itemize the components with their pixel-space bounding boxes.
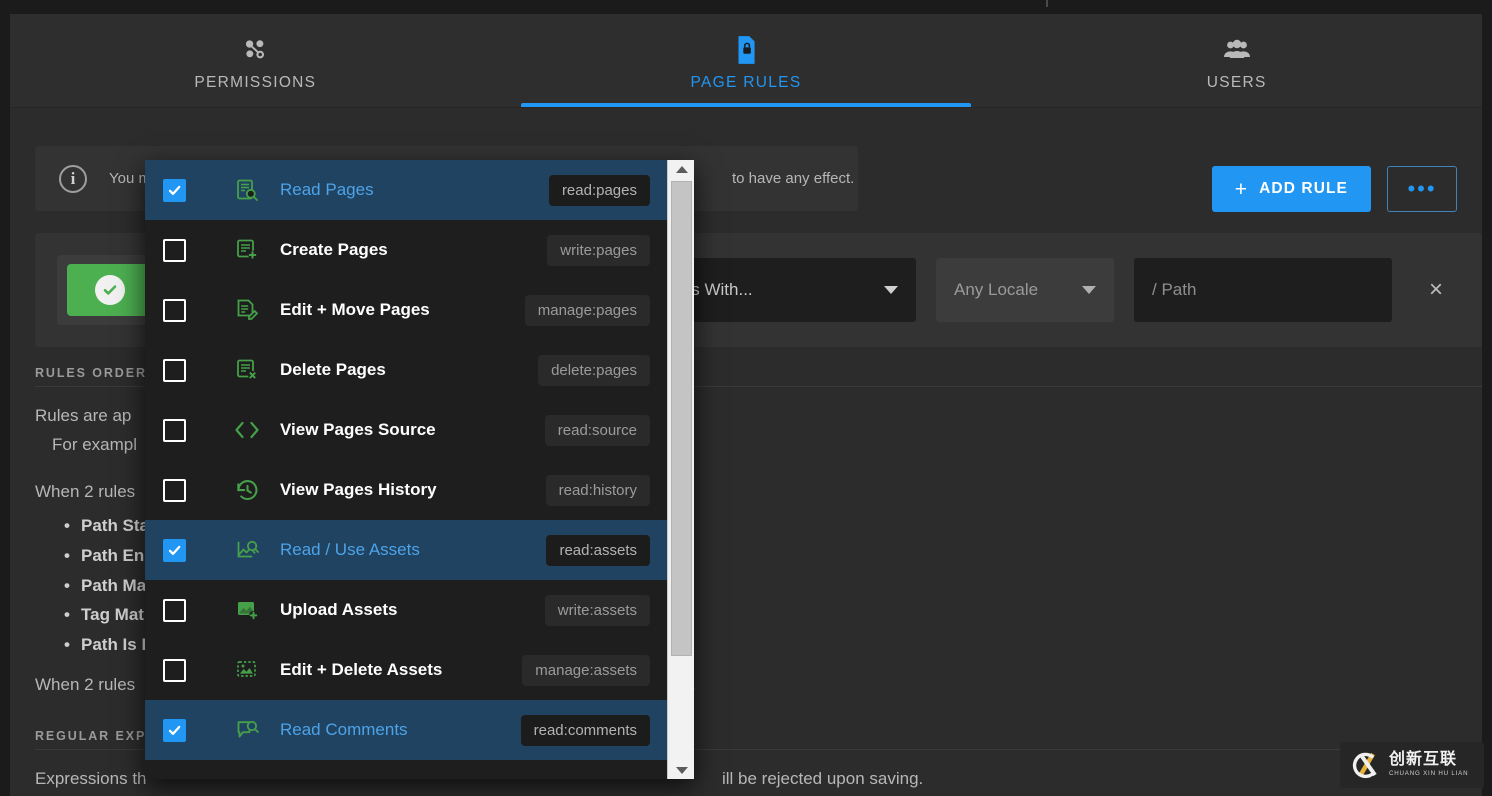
permission-code: read:history — [546, 475, 650, 506]
checkbox-unchecked-icon[interactable] — [163, 299, 186, 322]
permission-label: Delete Pages — [280, 360, 386, 380]
info-banner-text-right: to have any effect. — [732, 170, 854, 187]
permission-code: manage:assets — [522, 655, 650, 686]
permission-label: View Pages History — [280, 480, 437, 500]
permission-label: Read / Use Assets — [280, 540, 420, 560]
checkbox-unchecked-icon[interactable] — [163, 479, 186, 502]
permission-label: Create Pages — [280, 240, 388, 260]
permission-option-edit-move-pages[interactable]: Edit + Move Pages manage:pages — [145, 280, 667, 340]
permission-label: Read Pages — [280, 180, 374, 200]
window-left-strip — [0, 0, 10, 796]
permission-label: Read Comments — [280, 720, 408, 740]
plus-icon: + — [1235, 179, 1248, 200]
more-actions-button[interactable]: ••• — [1387, 166, 1457, 212]
check-circle-icon — [95, 275, 125, 305]
watermark-cn: 创新互联 — [1389, 752, 1468, 768]
permission-code: manage:pages — [525, 295, 650, 326]
file-lock-icon — [733, 35, 759, 65]
permission-option-edit-delete-assets[interactable]: Edit + Delete Assets manage:assets — [145, 640, 667, 700]
sitemap-icon — [242, 35, 268, 65]
checkbox-unchecked-icon[interactable] — [163, 359, 186, 382]
scrollbar-thumb[interactable] — [671, 181, 692, 656]
code-tags-icon — [234, 417, 260, 443]
permission-code: read:comments — [521, 715, 650, 746]
permission-label: Upload Assets — [280, 600, 397, 620]
permission-code: read:source — [545, 415, 650, 446]
permission-label: Edit + Move Pages — [280, 300, 430, 320]
scroll-down-arrow-icon[interactable] — [668, 761, 694, 779]
chevron-down-icon — [884, 286, 898, 294]
permission-code: write:assets — [545, 595, 650, 626]
permission-label: Edit + Delete Assets — [280, 660, 442, 680]
permission-code: write:pages — [547, 235, 650, 266]
checkbox-unchecked-icon[interactable] — [163, 239, 186, 262]
checkbox-checked-icon[interactable] — [163, 539, 186, 562]
regex-p-left: Expressions th — [35, 769, 147, 788]
checkbox-unchecked-icon[interactable] — [163, 659, 186, 682]
rule-allow-state — [67, 264, 153, 316]
checkbox-checked-icon[interactable] — [163, 179, 186, 202]
chevron-down-icon — [1082, 286, 1096, 294]
rule-locale-value: Any Locale — [954, 280, 1038, 300]
close-icon: × — [1429, 276, 1443, 304]
delete-rule-button[interactable]: × — [1412, 276, 1460, 304]
permission-code: read:pages — [549, 175, 650, 206]
window-right-strip — [1482, 0, 1492, 796]
permission-option-upload-assets[interactable]: Upload Assets write:assets — [145, 580, 667, 640]
info-icon: i — [59, 165, 87, 193]
checkbox-unchecked-icon[interactable] — [163, 599, 186, 622]
permission-code: delete:pages — [538, 355, 650, 386]
permission-option-delete-pages[interactable]: Delete Pages delete:pages — [145, 340, 667, 400]
watermark-en: CHUANG XIN HU LIAN — [1389, 771, 1468, 777]
users-icon — [1223, 35, 1251, 65]
window-top-strip — [0, 0, 1492, 14]
dropdown-scrollbar[interactable] — [667, 160, 694, 779]
rule-path-input[interactable] — [1134, 258, 1392, 322]
permission-option-view-pages-history[interactable]: View Pages History read:history — [145, 460, 667, 520]
window-tick-mark — [1046, 0, 1048, 7]
permissions-dropdown-list: Read Pages read:pages Create Pages write… — [145, 160, 667, 779]
image-search-icon — [234, 537, 260, 563]
comment-search-icon — [234, 717, 260, 743]
watermark-text: 创新互联 CHUANG XIN HU LIAN — [1389, 752, 1468, 777]
permission-option-view-pages-source[interactable]: View Pages Source read:source — [145, 400, 667, 460]
permission-option-create-pages[interactable]: Create Pages write:pages — [145, 220, 667, 280]
tab-users[interactable]: USERS — [991, 14, 1482, 107]
rules-order-p2-left: For exampl — [52, 435, 137, 454]
checkbox-checked-icon[interactable] — [163, 719, 186, 742]
permissions-dropdown[interactable]: Read Pages read:pages Create Pages write… — [145, 160, 694, 779]
tab-page-rules-label: PAGE RULES — [691, 74, 802, 92]
watermark-logo-icon — [1348, 748, 1382, 782]
screen-root: PERMISSIONS PAGE RULES — [0, 0, 1492, 796]
watermark: 创新互联 CHUANG XIN HU LIAN — [1340, 742, 1484, 788]
page-plus-icon — [234, 237, 260, 263]
tab-users-label: USERS — [1207, 74, 1267, 92]
page-edit-icon — [234, 297, 260, 323]
permission-option-read-use-assets[interactable]: Read / Use Assets read:assets — [145, 520, 667, 580]
tab-permissions-label: PERMISSIONS — [194, 74, 316, 92]
permission-option-read-comments[interactable]: Read Comments read:comments — [145, 700, 667, 760]
permission-option-read-pages[interactable]: Read Pages read:pages — [145, 160, 667, 220]
rules-order-p1-left: Rules are ap — [35, 406, 131, 425]
page-search-icon — [234, 177, 260, 203]
tab-active-underline — [521, 103, 971, 107]
rules-order-p3-left: When 2 rules — [35, 482, 135, 501]
image-plus-icon — [234, 597, 260, 623]
permission-label: View Pages Source — [280, 420, 436, 440]
rule-locale-select[interactable]: Any Locale — [936, 258, 1114, 322]
add-rule-label: ADD RULE — [1259, 180, 1348, 198]
image-edit-icon — [234, 657, 260, 683]
page-delete-icon — [234, 357, 260, 383]
checkbox-unchecked-icon[interactable] — [163, 419, 186, 442]
regex-p-right: ill be rejected upon saving. — [722, 769, 923, 788]
add-rule-button[interactable]: + ADD RULE — [1212, 166, 1371, 212]
ellipsis-icon: ••• — [1407, 185, 1436, 194]
tab-page-rules[interactable]: PAGE RULES — [501, 14, 992, 107]
scroll-up-arrow-icon[interactable] — [668, 160, 694, 178]
permission-code: read:assets — [546, 535, 650, 566]
tab-bar: PERMISSIONS PAGE RULES — [10, 14, 1482, 108]
rules-order-p4-left: When 2 rules — [35, 675, 135, 694]
tab-permissions[interactable]: PERMISSIONS — [10, 14, 501, 107]
history-icon — [234, 477, 260, 503]
